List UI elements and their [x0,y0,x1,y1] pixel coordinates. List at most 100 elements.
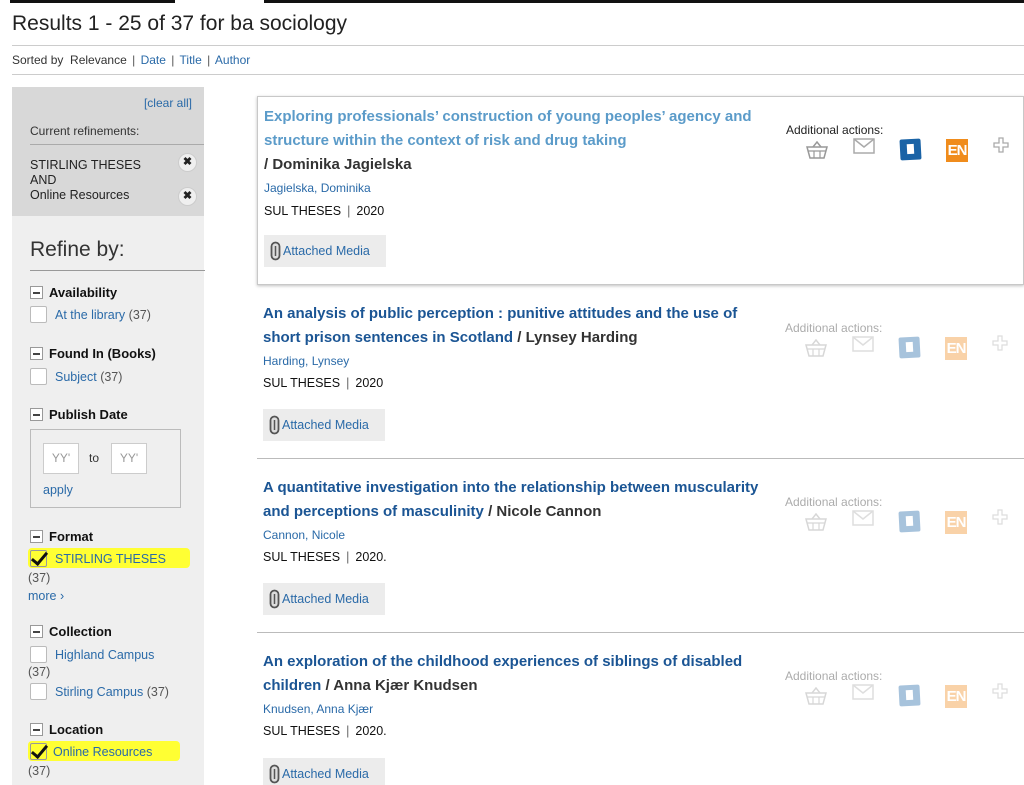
sort-date-link[interactable]: Date [141,53,166,67]
plus-icon[interactable] [992,509,1008,525]
facet-item-subject[interactable]: Subject (37) [30,368,122,385]
result-meta: SUL THESES | 2020 [263,376,384,390]
attached-media-button[interactable]: Attached Media [263,758,385,785]
facet-found-in-header[interactable]: Found In (Books) [30,346,156,361]
document-icon[interactable] [898,510,921,533]
attached-media-button[interactable]: Attached Media [263,409,385,441]
top-border-segment [264,0,1024,3]
plus-icon[interactable] [993,137,1009,153]
clear-all-link[interactable]: [clear all] [144,96,192,110]
document-icon[interactable] [898,684,921,707]
checkbox[interactable] [30,368,47,385]
sort-current: Relevance [70,53,127,67]
checkbox[interactable] [30,306,47,323]
paperclip-icon [270,241,281,261]
result-divider [257,458,1024,459]
result-year: 2020 [355,376,384,390]
facet-item-label[interactable]: Subject [55,370,97,384]
facet-item-label[interactable]: Online Resources [53,745,152,759]
date-to-input[interactable]: YY' [111,443,147,474]
facet-item-label[interactable]: Stirling Campus [55,685,143,699]
plus-icon[interactable] [992,335,1008,351]
sort-separator: | [207,53,211,67]
basket-icon[interactable] [805,687,827,705]
top-border-segment [10,0,175,3]
refinement-online-resources: Online Resources [30,188,130,202]
facet-item-at-the-library[interactable]: At the library (37) [30,306,151,323]
result-author-suffix: / Nicole Cannon [488,503,602,520]
result-author-link[interactable]: Knudsen, Anna Kjær [263,702,373,716]
email-icon[interactable] [852,336,874,352]
collapse-icon[interactable] [30,530,43,543]
sort-prefix: Sorted by [12,53,64,67]
endnote-icon[interactable]: EN [945,337,967,360]
email-icon[interactable] [852,510,874,526]
facet-format-header[interactable]: Format [30,529,93,544]
more-formats-link[interactable]: more › [28,589,64,603]
checkbox[interactable] [30,646,47,663]
result-year: 2020 [356,204,385,218]
checkbox-checked[interactable] [30,743,47,760]
plus-icon[interactable] [992,683,1008,699]
result-author-link[interactable]: Cannon, Nicole [263,528,345,542]
basket-icon[interactable] [805,513,827,531]
facet-item-label[interactable]: Highland Campus [55,648,154,662]
divider [30,270,205,271]
facet-collection-header[interactable]: Collection [30,624,112,639]
document-icon[interactable] [898,336,921,359]
result-item[interactable]: Exploring professionals’ construction of… [257,96,1024,285]
facet-item-label[interactable]: STIRLING THESES [55,552,166,566]
result-divider [257,632,1024,633]
collapse-icon[interactable] [30,286,43,299]
attached-media-button[interactable]: Attached Media [263,583,385,615]
document-icon[interactable] [899,138,922,161]
remove-refinement-icon[interactable]: ✖ [178,187,197,206]
refinement-operator: AND [30,173,57,187]
sort-bar: Sorted by Relevance | Date | Title | Aut… [12,53,250,67]
checkbox-checked[interactable] [30,550,47,567]
result-item[interactable]: A quantitative investigation into the re… [257,470,1024,620]
result-item[interactable]: An exploration of the childhood experien… [257,644,1024,785]
result-title: An analysis of public perception : punit… [263,302,763,350]
attached-media-button[interactable]: Attached Media [264,235,386,267]
current-refinements-panel: [clear all] Current refinements: STIRLIN… [12,87,204,216]
action-icons: EN [805,507,1015,534]
result-author-link[interactable]: Jagielska, Dominika [264,181,371,195]
result-author-link[interactable]: Harding, Lynsey [263,354,349,368]
facet-publish-date-header[interactable]: Publish Date [30,407,128,422]
result-title-link[interactable]: Exploring professionals’ construction of… [264,108,752,149]
attached-media-label: Attached Media [282,767,369,781]
collapse-icon[interactable] [30,723,43,736]
apply-date-link[interactable]: apply [43,483,73,497]
collapse-icon[interactable] [30,408,43,421]
sidebar: [clear all] Current refinements: STIRLIN… [12,87,205,785]
remove-refinement-icon[interactable]: ✖ [178,153,197,172]
email-icon[interactable] [852,684,874,700]
facet-item-highland-campus[interactable]: Highland Campus [30,646,154,663]
endnote-icon[interactable]: EN [945,511,967,534]
divider [12,45,1024,46]
checkbox[interactable] [30,683,47,700]
sort-title-link[interactable]: Title [180,53,202,67]
facet-item-stirling-theses[interactable]: STIRLING THESES [30,550,166,567]
endnote-icon[interactable]: EN [946,139,968,162]
paperclip-icon [269,589,280,609]
result-title-link[interactable]: An analysis of public perception : punit… [263,305,737,346]
basket-icon[interactable] [806,141,828,159]
result-collection: SUL THESES [263,550,341,564]
sort-author-link[interactable]: Author [215,53,250,67]
collapse-icon[interactable] [30,625,43,638]
result-item[interactable]: An analysis of public perception : punit… [257,296,1024,446]
facet-item-online-resources[interactable]: Online Resources [30,743,152,760]
date-from-input[interactable]: YY' [43,443,79,474]
basket-icon[interactable] [805,339,827,357]
email-icon[interactable] [853,138,875,154]
sort-separator: | [132,53,136,67]
facet-location-header[interactable]: Location [30,722,103,737]
facet-item-stirling-campus[interactable]: Stirling Campus (37) [30,683,169,700]
facet-item-label[interactable]: At the library [55,308,125,322]
collapse-icon[interactable] [30,347,43,360]
result-collection: SUL THESES [264,204,342,218]
facet-availability-header[interactable]: Availability [30,285,117,300]
endnote-icon[interactable]: EN [945,685,967,708]
